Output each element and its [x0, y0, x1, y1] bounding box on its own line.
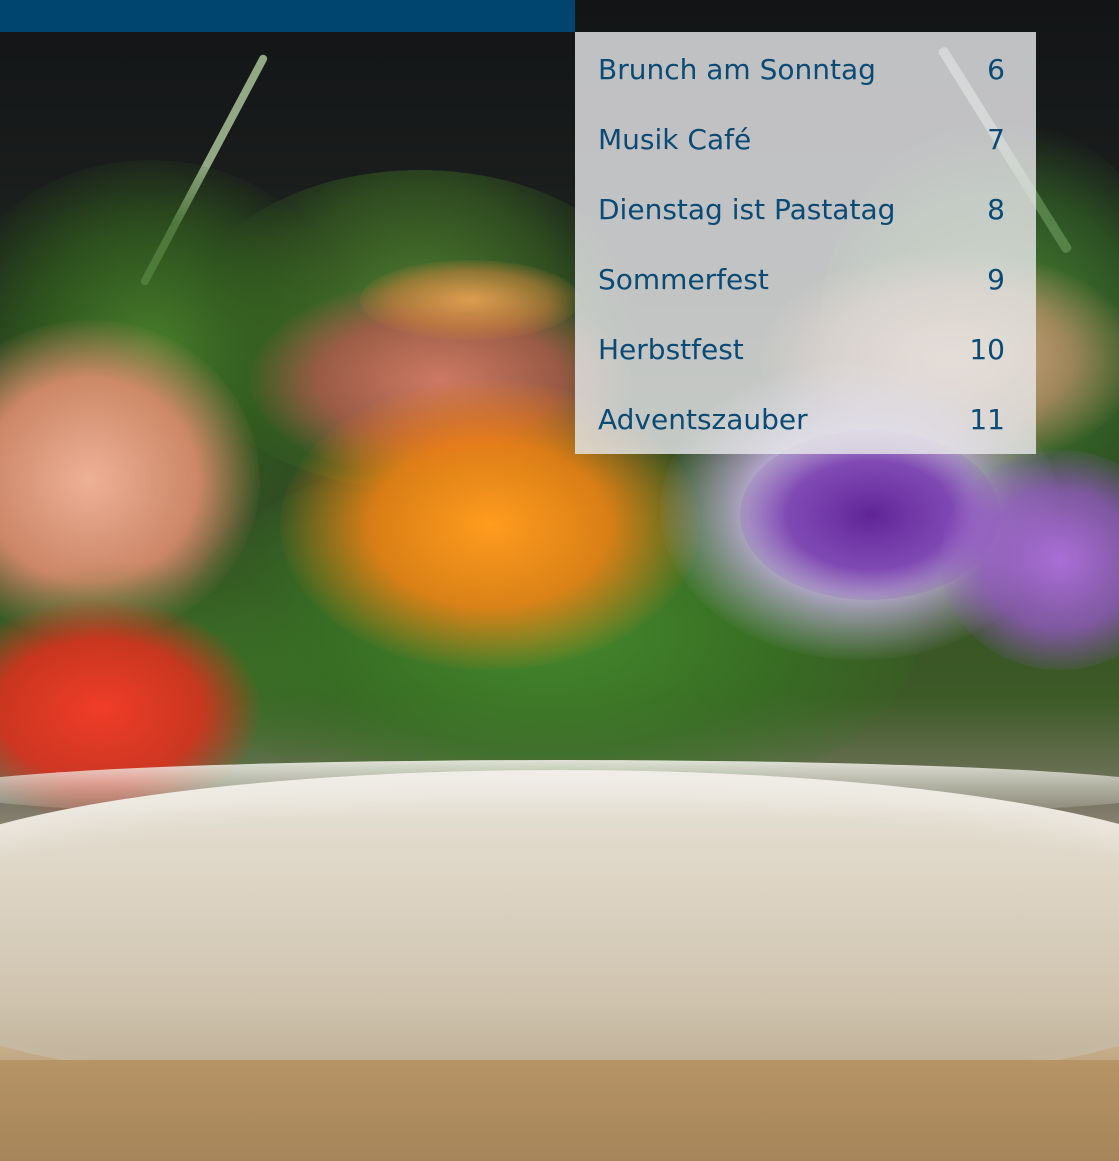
plate-rim — [0, 760, 1119, 820]
wooden-table — [0, 1060, 1119, 1161]
toc-item-title: Musik Café — [598, 123, 752, 156]
table-of-contents: Brunch am Sonntag 6 Musik Café 7 Diensta… — [575, 32, 1036, 454]
toc-item-page: 8 — [987, 193, 1005, 226]
toc-item-title: Sommerfest — [598, 263, 769, 296]
toc-item-title: Dienstag ist Pastatag — [598, 193, 896, 226]
toc-item-title: Herbstfest — [598, 333, 744, 366]
toc-item-pastatag[interactable]: Dienstag ist Pastatag 8 — [598, 175, 1005, 245]
toc-item-sommerfest[interactable]: Sommerfest 9 — [598, 245, 1005, 315]
toc-item-herbstfest[interactable]: Herbstfest 10 — [598, 315, 1005, 385]
toc-item-page: 11 — [969, 403, 1005, 436]
toc-list: Brunch am Sonntag 6 Musik Café 7 Diensta… — [598, 35, 1005, 455]
toc-item-page: 9 — [987, 263, 1005, 296]
toc-item-title: Adventszauber — [598, 403, 808, 436]
toc-item-adventszauber[interactable]: Adventszauber 11 — [598, 385, 1005, 455]
toc-item-page: 10 — [969, 333, 1005, 366]
toc-item-page: 7 — [987, 123, 1005, 156]
toc-item-musik-cafe[interactable]: Musik Café 7 — [598, 105, 1005, 175]
pine-nuts — [360, 260, 580, 340]
toc-item-page: 6 — [987, 53, 1005, 86]
toc-item-brunch[interactable]: Brunch am Sonntag 6 — [598, 35, 1005, 105]
toc-item-title: Brunch am Sonntag — [598, 53, 876, 86]
top-accent-bar — [0, 0, 575, 32]
